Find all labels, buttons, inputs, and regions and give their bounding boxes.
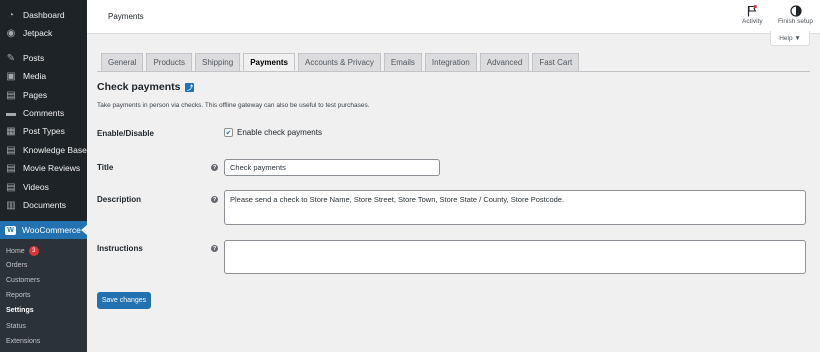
notification-badge: 3 [28,246,39,256]
pin-icon: ✎ [6,52,16,64]
menu-item-documents[interactable]: ▥ Documents [0,196,87,214]
help-tip-icon[interactable]: ? [211,196,218,203]
description-textarea[interactable]: Please send a check to Store Name, Store… [224,190,806,225]
woocommerce-icon: W [5,225,16,235]
media-icon: ▣ [6,70,16,82]
submenu-item-extensions[interactable]: Extensions [6,338,40,345]
dashboard-icon: ◔ [7,9,15,21]
flag-icon [747,4,758,18]
help-tip-icon[interactable]: ? [211,164,218,171]
submenu-item-status[interactable]: Status [6,323,26,330]
submenu-item-customers[interactable]: Customers [6,277,40,284]
menu-item-label: Dashboard [23,10,65,20]
enable-check-payments-label[interactable]: Enable check payments [237,128,322,137]
activity-button[interactable]: Activity [742,4,763,25]
admin-sidebar: ◔ Dashboard ◉ Jetpack ✎ Posts ▣ Media ▤ Pages… [0,0,87,352]
submenu-item-label: Customers [6,277,40,284]
menu-item-label: Jetpack [23,28,53,38]
videos-icon: ▤ [6,181,16,193]
submenu-item-label: Status [6,323,26,330]
menu-item-jetpack[interactable]: ◉ Jetpack [0,24,87,42]
menu-item-movie-reviews[interactable]: ▤ Movie Reviews [0,159,87,177]
submenu-item-label: Orders [6,262,28,269]
activity-label: Activity [742,18,763,25]
finish-setup-label: Finish setup [778,18,814,25]
submenu-item-label: Reports [6,292,31,299]
menu-item-label: Posts [23,53,45,63]
menu-item-dashboard[interactable]: ◔ Dashboard [0,6,87,24]
menu-item-label: Knowledge Base [23,145,87,155]
submenu-item-reports[interactable]: Reports [6,292,31,299]
comments-icon: ▬ [6,107,16,119]
help-button[interactable]: Help ▼ [770,31,810,46]
return-icon[interactable]: ⤴ [185,82,195,92]
submenu-item-home[interactable]: Home 3 [6,246,39,256]
menu-item-label: Documents [23,200,66,210]
submenu-item-orders[interactable]: Orders [6,262,27,269]
page-header: Payments Activity Finish setup [87,0,820,34]
submenu-item-settings[interactable]: Settings [6,307,34,314]
description-label: Description [97,195,142,204]
tab-general[interactable]: General [101,53,144,71]
tab-payments[interactable]: Payments [243,53,295,71]
enable-check-payments-checkbox[interactable]: ✔ [224,128,233,137]
woocommerce-submenu: Home 3 Orders Customers Reports Settings … [0,239,87,352]
menu-item-label: Comments [23,108,65,118]
section-title: Check payments ⤴ [97,81,195,93]
menu-item-knowledge-base[interactable]: ▤ Knowledge Base [0,141,87,159]
instructions-textarea[interactable] [224,240,806,274]
menu-item-pages[interactable]: ▤ Pages [0,86,87,104]
menu-item-woocommerce[interactable]: W WooCommerce [0,221,87,239]
tab-products[interactable]: Products [146,53,193,71]
tab-divider [97,71,810,72]
jetpack-icon: ◉ [6,27,16,39]
title-input[interactable] [224,159,440,176]
menu-item-label: Media [23,71,47,81]
menu-item-label: Videos [23,182,49,192]
progress-circle-icon [789,4,802,18]
menu-item-label: Post Types [23,126,65,136]
settings-tabs: General Products Shipping Payments Accou… [101,53,582,71]
submenu-item-label: Home [6,247,25,255]
tab-emails[interactable]: Emails [383,53,422,71]
section-title-text: Check payments [97,81,181,93]
help-tip-icon[interactable]: ? [211,245,218,252]
title-label: Title [97,163,114,172]
post-types-icon: ▦ [6,125,16,137]
tab-shipping[interactable]: Shipping [195,53,241,71]
page-title: Payments [108,12,144,21]
enable-check-payments-row: ✔ Enable check payments [224,128,322,137]
menu-item-posts[interactable]: ✎ Posts [0,49,87,67]
finish-setup-button[interactable]: Finish setup [778,4,813,25]
tab-advanced[interactable]: Advanced [479,53,530,71]
enable-disable-label: Enable/Disable [97,129,154,138]
menu-item-label: Pages [23,90,48,100]
knowledge-base-icon: ▤ [6,144,16,156]
pages-icon: ▤ [6,89,16,101]
instructions-label: Instructions [97,244,143,253]
menu-item-comments[interactable]: ▬ Comments [0,104,87,122]
menu-item-post-types[interactable]: ▦ Post Types [0,122,87,140]
section-description: Take payments in person via checks. This… [97,102,370,109]
tab-integration[interactable]: Integration [424,53,477,71]
movie-reviews-icon: ▤ [6,162,16,174]
save-changes-button[interactable]: Save changes [97,292,151,309]
submenu-item-label: Extensions [6,338,41,345]
tab-fast-cart[interactable]: Fast Cart [532,53,580,71]
menu-item-media[interactable]: ▣ Media [0,67,87,85]
tab-accounts-privacy[interactable]: Accounts & Privacy [297,53,381,71]
menu-item-videos[interactable]: ▤ Videos [0,178,87,196]
documents-icon: ▥ [6,199,16,211]
menu-item-label: Movie Reviews [23,163,81,173]
menu-item-label: WooCommerce [22,225,81,235]
submenu-item-label: Settings [6,307,34,314]
